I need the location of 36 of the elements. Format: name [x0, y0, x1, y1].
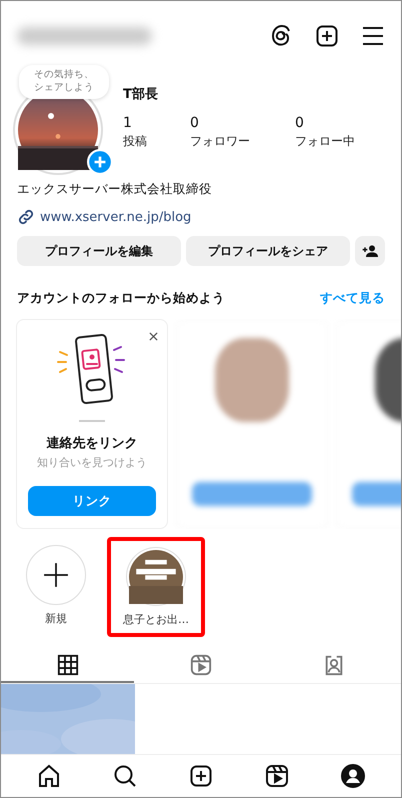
card-subtitle: 知り合いを見つけよう — [37, 454, 147, 470]
add-person-button[interactable] — [355, 236, 385, 266]
note-tooltip[interactable]: その気持ち、 シェアしよう — [19, 65, 109, 99]
highlight-label: 息子とお出… — [123, 612, 189, 627]
stat-count: 0 — [190, 115, 200, 131]
section-title: アカウントのフォローから始めよう — [17, 290, 225, 307]
close-icon[interactable] — [149, 332, 158, 341]
stat-label: フォロー中 — [295, 133, 355, 150]
link-icon — [17, 208, 35, 226]
stat-count: 1 — [123, 115, 133, 131]
add-icon[interactable] — [315, 24, 339, 48]
stat-label: フォロワー — [190, 133, 251, 150]
profile-icon[interactable] — [341, 764, 365, 788]
stat-count: 0 — [295, 115, 305, 131]
profile-button[interactable]: プロフィールを編集 — [17, 236, 181, 266]
home-icon[interactable] — [37, 764, 61, 788]
menu-icon[interactable] — [361, 24, 385, 48]
reels-icon[interactable] — [265, 764, 289, 788]
new-highlight-button[interactable] — [26, 545, 86, 605]
card-title: 連絡先をリンク — [46, 434, 138, 452]
plus-icon — [43, 562, 69, 588]
tagged-icon — [323, 654, 346, 676]
profile-name: T部長 — [123, 86, 159, 103]
stat-label: 投稿 — [123, 133, 148, 150]
highlight-label: 新規 — [45, 611, 67, 626]
grid-icon — [56, 654, 79, 676]
profile-button[interactable]: プロフィールをシェア — [186, 236, 350, 266]
add-story-icon[interactable] — [87, 149, 113, 175]
bio-text: エックスサーバー株式会社取締役 — [16, 181, 213, 198]
add-icon[interactable] — [189, 764, 213, 788]
search-icon[interactable] — [113, 764, 137, 788]
website-link[interactable]: www.xserver.ne.jp/blog — [40, 210, 192, 224]
add-person-icon — [362, 243, 378, 259]
note-text: シェアしよう — [34, 82, 94, 95]
reels-icon — [190, 654, 212, 676]
note-text: その気持ち、 — [34, 69, 94, 82]
